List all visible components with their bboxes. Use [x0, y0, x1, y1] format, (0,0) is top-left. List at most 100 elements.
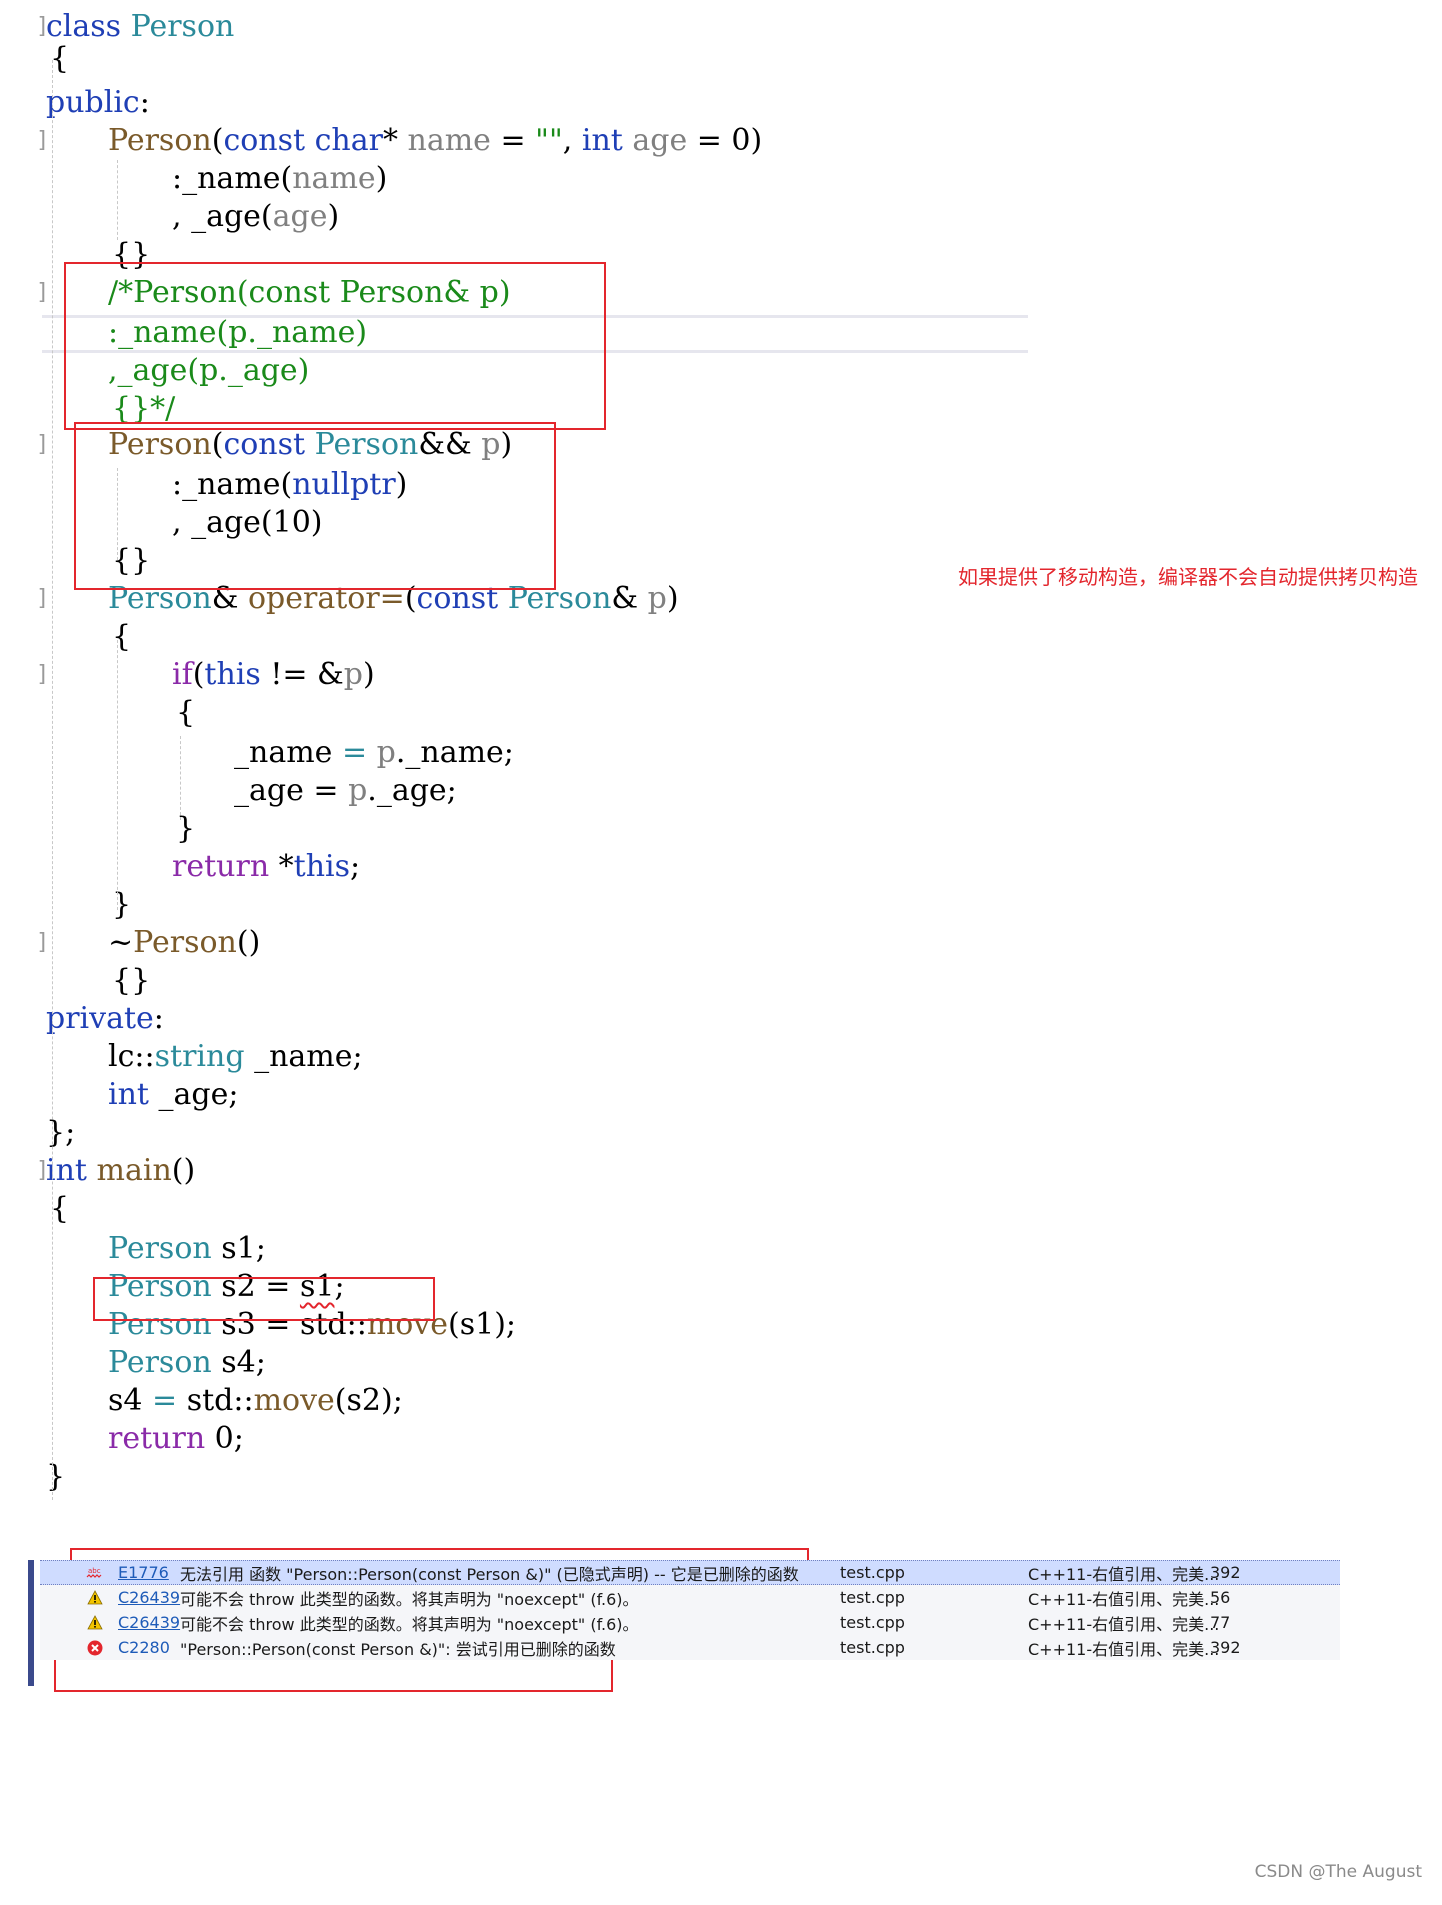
- code-token: nullptr: [292, 467, 396, 502]
- error-code-link[interactable]: C26439: [118, 1613, 180, 1632]
- code-token: p: [376, 735, 396, 770]
- code-token: move: [253, 1383, 335, 1418]
- code-token: *: [382, 123, 408, 158]
- svg-text:abc: abc: [88, 1567, 101, 1575]
- code-token: main: [96, 1153, 172, 1188]
- code-token: :: [139, 85, 150, 120]
- code-line: /*Person(const Person& p): [108, 274, 511, 312]
- code-token: s4;: [221, 1345, 266, 1380]
- annotation-note: 如果提供了移动构造，编译器不会自动提供拷贝构造: [958, 565, 1418, 589]
- code-line: class Person: [46, 8, 234, 46]
- code-token: {: [176, 695, 196, 730]
- code-token: /*Person(const Person& p): [108, 275, 511, 310]
- code-line: }: [176, 810, 195, 848]
- error-row[interactable]: abc E1776 无法引用 函数 "Person::Person(const Pe…: [40, 1560, 1340, 1585]
- code-token: &&: [418, 427, 482, 462]
- code-token: &: [211, 581, 248, 616]
- error-description: "Person::Person(const Person &)": 尝试引用已删…: [180, 1639, 616, 1659]
- code-token: = 0): [687, 123, 763, 158]
- code-line: {: [112, 618, 131, 656]
- code-line: Person s2 = s1;: [108, 1268, 345, 1306]
- code-token: =: [490, 123, 536, 158]
- code-token: (s1);: [448, 1307, 517, 1342]
- error-project: C++11-右值引用、完美...: [1028, 1614, 1220, 1634]
- error-project: C++11-右值引用、完美...: [1028, 1564, 1220, 1584]
- error-file: test.cpp: [840, 1613, 905, 1632]
- collapse-toggle-icon[interactable]: ]: [36, 656, 49, 694]
- code-line: Person& operator=(const Person& p): [108, 580, 679, 618]
- code-token: this: [204, 657, 261, 692]
- code-token: Person: [130, 9, 235, 44]
- code-line: {: [176, 694, 195, 732]
- code-token: _age =: [234, 773, 349, 808]
- code-line: :_name(name): [172, 160, 387, 198]
- collapse-toggle-icon[interactable]: ]: [36, 122, 49, 160]
- code-line: return *this;: [172, 848, 360, 886]
- code-token: ,: [562, 123, 582, 158]
- watermark: CSDN @The August: [1254, 1862, 1422, 1882]
- collapse-toggle-icon[interactable]: ]: [36, 580, 49, 618]
- error-list-panel[interactable]: abc E1776 无法引用 函数 "Person::Person(const Pe…: [28, 1548, 1346, 1692]
- indent-guide: [117, 468, 118, 560]
- code-line: int _age;: [108, 1076, 238, 1114]
- code-token: 0;: [214, 1421, 244, 1456]
- code-token: name: [292, 161, 376, 196]
- code-line: }: [46, 1458, 65, 1496]
- code-token: {}: [112, 237, 151, 272]
- error-code-link[interactable]: E1776: [118, 1563, 169, 1582]
- code-token: Person: [108, 123, 212, 158]
- code-line: public:: [46, 84, 150, 122]
- code-line: _age = p._age;: [234, 772, 457, 810]
- code-token: (: [211, 123, 224, 158]
- code-token: (s2);: [334, 1383, 403, 1418]
- code-token: name: [407, 123, 491, 158]
- code-token: return: [108, 1421, 215, 1456]
- code-token: ): [375, 161, 388, 196]
- indent-guide: [117, 160, 118, 240]
- code-line: ~Person(): [108, 924, 260, 962]
- error-code-link[interactable]: C2280: [118, 1638, 170, 1657]
- collapse-toggle-icon[interactable]: ]: [36, 426, 49, 464]
- code-token: (): [236, 925, 261, 960]
- code-editor[interactable]: class Person{public: Person(const char* n…: [0, 0, 1442, 1520]
- code-token: ): [395, 467, 408, 502]
- code-token: &: [611, 581, 648, 616]
- code-token: Person: [108, 1307, 222, 1342]
- code-token: =: [152, 1383, 178, 1418]
- code-line: , _age(10): [172, 504, 323, 542]
- code-line: :_name(p._name): [108, 314, 367, 352]
- error-line-number: 77: [1210, 1613, 1231, 1632]
- code-token: , _age(10): [172, 505, 323, 540]
- code-line: Person s3 = std::move(s1);: [108, 1306, 516, 1344]
- collapse-toggle-icon[interactable]: ]: [36, 274, 49, 312]
- code-token: s1: [299, 1269, 335, 1304]
- code-token: return: [172, 849, 279, 884]
- error-file: test.cpp: [840, 1563, 905, 1582]
- code-line: };: [46, 1114, 75, 1152]
- code-line: , _age(age): [172, 198, 339, 236]
- error-icon: [86, 1639, 104, 1657]
- code-token: string: [154, 1039, 255, 1074]
- collapse-toggle-icon[interactable]: ]: [36, 1152, 49, 1190]
- code-token: (): [171, 1153, 196, 1188]
- code-token: p: [343, 657, 363, 692]
- code-token: p: [348, 773, 368, 808]
- collapse-toggle-icon[interactable]: ]: [36, 924, 49, 962]
- code-token: _age;: [158, 1077, 239, 1112]
- error-file: test.cpp: [840, 1588, 905, 1607]
- code-line: ,_age(p._age): [108, 352, 309, 390]
- code-token: lc: [108, 1039, 135, 1074]
- code-token: :_name(: [172, 161, 293, 196]
- error-description: 无法引用 函数 "Person::Person(const Person &)"…: [180, 1564, 799, 1584]
- error-code-link[interactable]: C26439: [118, 1588, 180, 1607]
- code-token: (: [192, 657, 205, 692]
- error-row[interactable]: C2280 "Person::Person(const Person &)": 尝…: [40, 1635, 1340, 1660]
- code-token: int: [581, 123, 633, 158]
- error-row[interactable]: C26439 可能不会 throw 此类型的函数。将其声明为 "noexcept"…: [40, 1585, 1340, 1610]
- collapse-toggle-icon[interactable]: ]: [36, 8, 49, 46]
- code-token: std::: [177, 1383, 254, 1418]
- code-token: }: [46, 1459, 66, 1494]
- code-token: int: [46, 1153, 97, 1188]
- error-row[interactable]: C26439 可能不会 throw 此类型的函数。将其声明为 "noexcept"…: [40, 1610, 1340, 1635]
